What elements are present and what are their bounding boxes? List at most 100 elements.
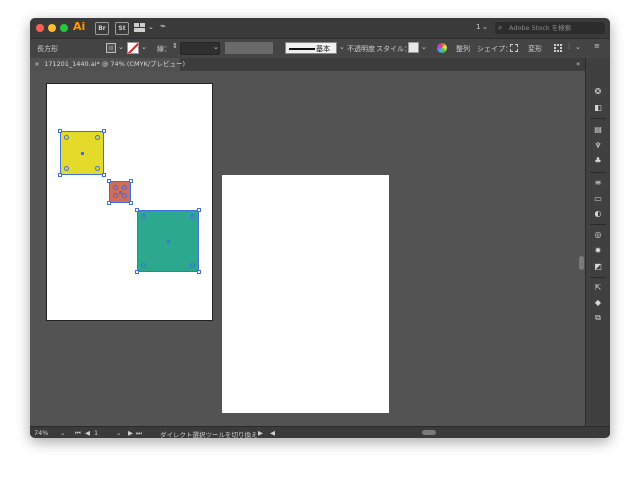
corner-widget[interactable] — [95, 135, 100, 140]
status-play-icon[interactable]: ▶ — [258, 429, 263, 437]
stroke-icon[interactable]: ≡ — [593, 179, 603, 187]
panel-menu-icon[interactable]: ≡ — [594, 42, 600, 50]
status-text[interactable]: ダイレクト選択ツールを切り換え — [160, 429, 258, 438]
stock-search-input[interactable]: ⌕ Adobe Stock を検索 — [495, 22, 605, 34]
selection-handle[interactable] — [58, 173, 62, 177]
style-chevron-icon[interactable]: ⌄ — [421, 43, 427, 51]
selection-handle[interactable] — [107, 201, 111, 205]
align-link[interactable]: 整列 — [456, 44, 470, 54]
shape-properties-icon[interactable] — [510, 44, 518, 52]
last-artboard-icon[interactable]: ⏭ — [136, 429, 142, 438]
corner-widget[interactable] — [113, 193, 118, 198]
selection-handle[interactable] — [135, 208, 139, 212]
selection-handle[interactable] — [197, 270, 201, 274]
symbols-icon[interactable]: ♣ — [593, 157, 603, 165]
transform-link[interactable]: 変形 — [528, 44, 542, 54]
corner-widget[interactable] — [141, 263, 146, 268]
corner-widget[interactable] — [113, 185, 118, 190]
libraries-icon[interactable]: ▤ — [593, 126, 603, 134]
app-logo: Ai — [73, 20, 86, 33]
corner-widget[interactable] — [95, 166, 100, 171]
workspace-chevron-icon[interactable]: ⌄ — [482, 23, 488, 31]
stroke-weight-chevron-icon[interactable]: ⌄ — [213, 43, 219, 51]
search-placeholder: Adobe Stock を検索 — [509, 24, 572, 32]
isolate-icon[interactable]: ⫶ — [568, 43, 570, 52]
horizontal-scrollbar[interactable] — [422, 430, 436, 435]
next-artboard-icon[interactable]: ▶ — [128, 429, 133, 437]
selection-handle[interactable] — [135, 270, 139, 274]
graphic-styles-icon[interactable]: ✹ — [593, 247, 603, 255]
variable-width-profile[interactable] — [225, 42, 273, 54]
recolor-artwork-icon[interactable] — [437, 43, 447, 53]
control-bar: 長方形 ⌄ ⌄ 線： ⇕ ⌄ 基本 ⌄ 不透明度 スタイル： ⌄ 整列 シェイプ… — [30, 38, 610, 59]
fill-chevron-icon[interactable]: ⌄ — [118, 43, 124, 51]
artboard-number[interactable]: 1 — [94, 429, 98, 437]
artboards-icon[interactable]: ⧉ — [593, 314, 603, 322]
center-point — [81, 152, 84, 155]
fill-swatch[interactable] — [106, 43, 116, 53]
stock-button[interactable]: St — [115, 22, 129, 35]
shape-link[interactable]: シェイプ： — [477, 44, 512, 54]
export-icon[interactable]: ⇱ — [593, 284, 603, 292]
document-tab[interactable]: × 171201_1440.ai* @ 74% (CMYK/プレビュー) — [30, 58, 185, 71]
transparency-icon[interactable]: ◐ — [593, 210, 603, 218]
selection-handle[interactable] — [102, 129, 106, 133]
zoom-chevron-icon[interactable]: ⌄ — [60, 429, 65, 437]
stroke-weight-stepper[interactable]: ⇕ — [172, 42, 178, 50]
brush-definition[interactable]: 基本 — [285, 42, 337, 54]
color-guide-icon[interactable]: ❂ — [593, 88, 603, 96]
brushes-icon[interactable]: ♆ — [593, 142, 603, 150]
close-tab-icon[interactable]: × — [32, 58, 42, 71]
selection-handle[interactable] — [58, 129, 62, 133]
panel-divider — [590, 224, 606, 225]
arrange-documents-icon[interactable] — [134, 23, 146, 32]
collapse-panels-icon[interactable]: « — [576, 60, 580, 68]
graphic-style-swatch[interactable] — [408, 42, 419, 53]
image-trace-icon[interactable]: ◧ — [593, 104, 603, 112]
distribute-icon[interactable] — [554, 44, 562, 52]
artboard-chevron-icon[interactable]: ⌄ — [116, 429, 121, 437]
search-icon: ⌕ — [498, 23, 503, 32]
first-artboard-icon[interactable]: ⏮ — [75, 429, 81, 438]
zoom-level[interactable]: 74% — [34, 429, 48, 437]
corner-widget[interactable] — [141, 214, 146, 219]
opacity-link[interactable]: 不透明度 — [347, 44, 375, 54]
bridge-button[interactable]: Br — [95, 22, 109, 35]
corner-widget[interactable] — [122, 193, 127, 198]
gradient-icon[interactable]: ▭ — [593, 195, 603, 203]
panel-divider — [590, 172, 606, 173]
page-count: 1 — [476, 23, 481, 31]
corner-widget[interactable] — [64, 135, 69, 140]
selection-handle[interactable] — [197, 208, 201, 212]
corner-widget[interactable] — [122, 185, 127, 190]
layers-icon[interactable]: ◆ — [593, 299, 603, 307]
selection-handle[interactable] — [129, 179, 133, 183]
minimize-window-button[interactable] — [48, 24, 56, 32]
stroke-weight-label: 線： — [157, 45, 171, 53]
right-panel-dock: ❂ ◧ ▤ ♆ ♣ ≡ ▭ ◐ ◎ ✹ ◩ ⇱ ◆ ⧉ — [585, 58, 610, 426]
document-tab-bar: × 171201_1440.ai* @ 74% (CMYK/プレビュー) « — [30, 58, 610, 71]
selection-handle[interactable] — [102, 173, 106, 177]
corner-widget[interactable] — [190, 263, 195, 268]
selection-handle[interactable] — [129, 201, 133, 205]
gpu-performance-icon[interactable]: ⌁ — [160, 21, 166, 32]
artboard-2[interactable] — [222, 175, 389, 413]
previous-artboard-icon[interactable]: ◀ — [85, 429, 90, 437]
swatches-icon[interactable]: ◩ — [593, 263, 603, 271]
vertical-scrollbar[interactable] — [579, 256, 584, 270]
corner-widget[interactable] — [64, 166, 69, 171]
chevron-down-icon[interactable]: ⌄ — [148, 23, 154, 31]
selection-handle[interactable] — [107, 179, 111, 183]
zoom-window-button[interactable] — [60, 24, 68, 32]
canvas[interactable] — [30, 71, 585, 426]
brush-chevron-icon[interactable]: ⌄ — [339, 43, 345, 51]
appearance-icon[interactable]: ◎ — [593, 231, 603, 239]
stroke-swatch[interactable] — [127, 42, 139, 54]
isolate-chevron-icon[interactable]: ⌄ — [575, 43, 581, 51]
corner-widget[interactable] — [190, 214, 195, 219]
center-point — [167, 240, 170, 243]
title-bar: Ai Br St ⌄ ⌁ 1 ⌄ ⌕ Adobe Stock を検索 — [30, 18, 610, 38]
status-previous-icon[interactable]: ◀ — [270, 429, 275, 437]
close-window-button[interactable] — [36, 24, 44, 32]
stroke-chevron-icon[interactable]: ⌄ — [141, 43, 147, 51]
